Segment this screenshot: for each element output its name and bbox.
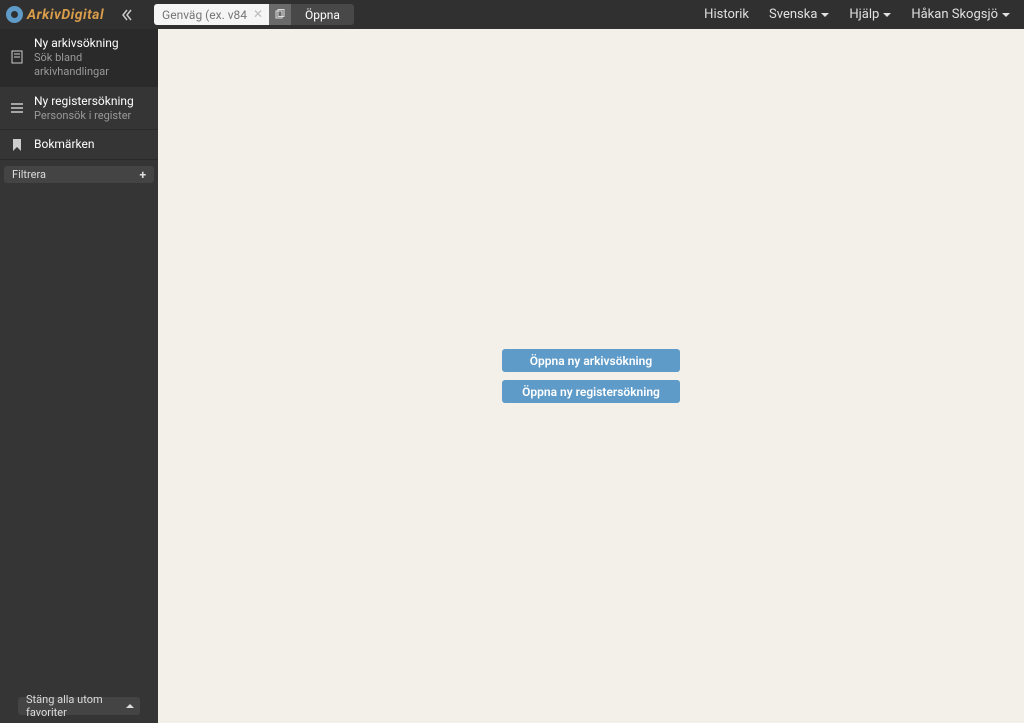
topbar: ArkivDigital ✕ Öppna Historik Svenska Hj… bbox=[0, 0, 1024, 29]
shortcut-input-group: ✕ Öppna bbox=[154, 4, 354, 25]
close-favs-label: Stäng alla utom favoriter bbox=[26, 693, 126, 719]
close-all-except-favorites-button[interactable]: Stäng alla utom favoriter bbox=[18, 697, 140, 715]
sidebar-item-text: Ny registersökning Personsök i register bbox=[34, 94, 134, 123]
sidebar-spacer bbox=[0, 183, 158, 697]
sidebar-item-new-register-search[interactable]: Ny registersökning Personsök i register bbox=[0, 87, 158, 131]
clear-icon: ✕ bbox=[253, 7, 263, 21]
sidebar-item-bookmarks[interactable]: Bokmärken bbox=[0, 130, 158, 160]
sidebar-item-text: Ny arkivsökning Sök bland arkivhandlinga… bbox=[34, 36, 148, 79]
list-icon bbox=[10, 101, 24, 115]
logo-text: ArkivDigital bbox=[27, 7, 104, 23]
copy-shortcut-button[interactable] bbox=[269, 4, 291, 25]
sidebar-collapse-button[interactable] bbox=[116, 0, 138, 29]
chevron-up-icon bbox=[126, 704, 134, 708]
language-dropdown[interactable]: Svenska bbox=[759, 7, 839, 22]
sidebar: Ny arkivsökning Sök bland arkivhandlinga… bbox=[0, 29, 158, 723]
help-dropdown[interactable]: Hjälp bbox=[839, 7, 901, 22]
open-shortcut-button[interactable]: Öppna bbox=[291, 4, 354, 25]
main-content: Öppna ny arkivsökning Öppna ny registers… bbox=[158, 29, 1024, 723]
shortcut-input[interactable] bbox=[154, 4, 269, 25]
sidebar-item-subtitle: Personsök i register bbox=[34, 109, 134, 123]
open-new-archive-search-button[interactable]: Öppna ny arkivsökning bbox=[502, 349, 680, 372]
chevron-down-icon bbox=[1002, 13, 1010, 17]
sidebar-item-title: Ny registersökning bbox=[34, 94, 134, 109]
chevron-left-double-icon bbox=[122, 9, 132, 21]
filter-label: Filtrera bbox=[12, 168, 46, 181]
copy-icon bbox=[274, 9, 286, 21]
sidebar-item-title: Ny arkivsökning bbox=[34, 36, 148, 51]
filter-toggle[interactable]: Filtrera + bbox=[4, 166, 154, 183]
open-new-register-search-button[interactable]: Öppna ny registersökning bbox=[502, 380, 680, 403]
logo[interactable]: ArkivDigital bbox=[0, 6, 104, 23]
document-icon bbox=[10, 50, 24, 64]
history-link[interactable]: Historik bbox=[694, 7, 759, 22]
chevron-down-icon bbox=[821, 13, 829, 17]
main-layout: Ny arkivsökning Sök bland arkivhandlinga… bbox=[0, 29, 1024, 723]
sidebar-item-new-archive-search[interactable]: Ny arkivsökning Sök bland arkivhandlinga… bbox=[0, 29, 158, 87]
user-dropdown[interactable]: Håkan Skogsjö bbox=[901, 7, 1024, 22]
bookmark-icon bbox=[10, 138, 24, 152]
sidebar-item-subtitle: Sök bland arkivhandlingar bbox=[34, 51, 148, 79]
plus-icon: + bbox=[139, 168, 146, 182]
sidebar-item-text: Bokmärken bbox=[34, 137, 94, 152]
chevron-down-icon bbox=[883, 13, 891, 17]
sidebar-item-title: Bokmärken bbox=[34, 137, 94, 152]
logo-gear-icon bbox=[6, 6, 23, 23]
